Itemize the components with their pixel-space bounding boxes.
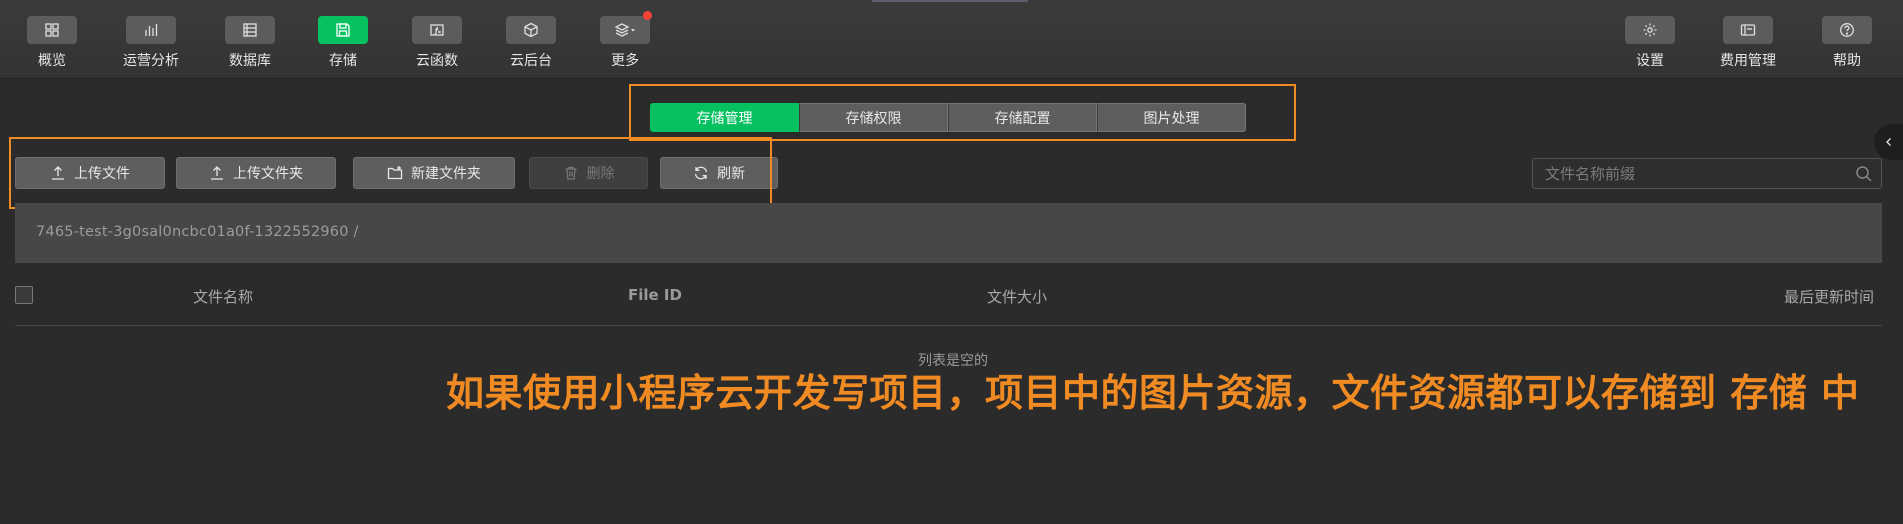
chevron-left-icon — [1886, 138, 1891, 146]
column-file-size[interactable]: 文件大小 — [987, 286, 1047, 307]
column-file-name[interactable]: 文件名称 — [193, 286, 253, 307]
gear-icon — [1625, 16, 1675, 44]
toolbar-database[interactable]: 数据库 — [205, 16, 295, 74]
annotation-caption: 如果使用小程序云开发写项目，项目中的图片资源，文件资源都可以存储到 存储 中 — [446, 371, 1860, 415]
toolbar-more[interactable]: 更多 — [580, 11, 670, 74]
toolbar-label: 帮助 — [1833, 53, 1861, 69]
search-input[interactable] — [1533, 159, 1843, 188]
bucket-path[interactable]: 7465-test-3g0sal0ncbc01a0f-1322552960 / — [36, 224, 359, 240]
file-table-header: 文件名称 File ID 文件大小 最后更新时间 — [15, 280, 1882, 326]
database-icon — [225, 16, 275, 44]
grid-icon — [27, 16, 77, 44]
help-icon — [1822, 16, 1872, 44]
toolbar-cloud-functions[interactable]: 云函数 — [392, 16, 482, 74]
breadcrumb: 7465-test-3g0sal0ncbc01a0f-1322552960 / — [15, 203, 1882, 263]
column-file-id[interactable]: File ID — [628, 286, 682, 304]
toolbar-label: 设置 — [1636, 53, 1664, 69]
search-icon[interactable] — [1855, 165, 1873, 183]
annotation-box-tabs — [629, 84, 1296, 141]
select-all-checkbox[interactable] — [15, 286, 33, 304]
toolbar-label: 存储 — [329, 53, 357, 69]
function-icon — [412, 16, 462, 44]
column-last-updated[interactable]: 最后更新时间 — [1784, 286, 1874, 307]
toolbar-analytics[interactable]: 运营分析 — [106, 16, 196, 74]
cube-icon — [506, 16, 556, 44]
toolbar-label: 运营分析 — [123, 53, 179, 69]
toolbar-help[interactable]: 帮助 — [1802, 16, 1892, 74]
billing-icon — [1723, 16, 1773, 44]
layers-icon — [600, 11, 652, 44]
toolbar-cloud-backend[interactable]: 云后台 — [486, 16, 576, 74]
toolbar-storage[interactable]: 存储 — [298, 16, 388, 74]
file-search — [1532, 158, 1882, 189]
toolbar-overview[interactable]: 概览 — [7, 16, 97, 74]
toolbar-label: 费用管理 — [1720, 53, 1776, 69]
notification-dot — [643, 11, 652, 20]
toolbar-label: 概览 — [38, 53, 66, 69]
save-icon — [318, 16, 368, 44]
top-toolbar: 概览 运营分析 数据库 存储 云函数 云后台 更多 设置 费用管理 帮助 — [0, 2, 1903, 79]
toolbar-label: 云后台 — [510, 53, 552, 69]
collapse-panel-toggle[interactable] — [1874, 124, 1903, 160]
toolbar-billing[interactable]: 费用管理 — [1703, 16, 1793, 74]
annotation-box-actions — [9, 137, 772, 209]
toolbar-label: 更多 — [611, 53, 639, 69]
cloud-dev-console: 概览 运营分析 数据库 存储 云函数 云后台 更多 设置 费用管理 帮助 存储管… — [0, 0, 1903, 524]
toolbar-label: 云函数 — [416, 53, 458, 69]
bar-chart-icon — [126, 16, 176, 44]
toolbar-settings[interactable]: 设置 — [1605, 16, 1695, 74]
toolbar-label: 数据库 — [229, 53, 271, 69]
